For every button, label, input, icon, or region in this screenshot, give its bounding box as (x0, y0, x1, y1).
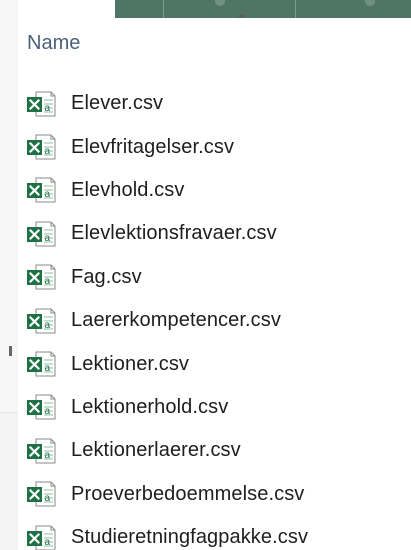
header-decoration (215, 0, 225, 6)
header-divider (295, 0, 296, 18)
file-list-pane: Name a Elever.csv a Elevfritagelser.csv … (18, 18, 411, 550)
file-row[interactable]: a Elevhold.csv (18, 169, 411, 212)
file-row[interactable]: a Laererkompetencer.csv (18, 299, 411, 342)
file-list: a Elever.csv a Elevfritagelser.csv a Ele… (18, 82, 411, 550)
file-name: Studieretningfagpakke.csv (71, 526, 309, 549)
file-name: Fag.csv (71, 265, 142, 288)
excel-csv-file-icon: a (27, 177, 56, 203)
file-name: Lektionerlaerer.csv (71, 439, 241, 462)
file-name: Elever.csv (71, 92, 164, 115)
excel-csv-file-icon: a (27, 525, 56, 550)
file-row[interactable]: a Lektioner.csv (18, 342, 411, 385)
svg-text:a: a (45, 320, 51, 331)
file-name: Lektioner.csv (71, 352, 190, 375)
excel-csv-file-icon: a (27, 134, 56, 160)
file-row[interactable]: a Elever.csv (18, 82, 411, 125)
excel-csv-file-icon: a (27, 91, 56, 117)
svg-text:a: a (45, 450, 51, 461)
excel-csv-file-icon: a (27, 394, 56, 420)
svg-text:a: a (45, 146, 51, 157)
navigation-pane-edge (0, 0, 18, 550)
file-row[interactable]: a Lektionerlaerer.csv (18, 429, 411, 472)
svg-text:a: a (45, 363, 51, 374)
svg-text:a: a (45, 103, 51, 114)
file-name: Elevfritagelser.csv (71, 135, 235, 158)
svg-text:a: a (45, 276, 51, 287)
name-column-label: Name (27, 32, 81, 54)
excel-csv-file-icon: a (27, 438, 56, 464)
excel-csv-file-icon: a (27, 221, 56, 247)
svg-text:a: a (45, 189, 51, 200)
excel-csv-file-icon: a (27, 308, 56, 334)
header-background (115, 0, 411, 18)
file-row[interactable]: a Lektionerhold.csv (18, 386, 411, 429)
file-row[interactable]: a Studieretningfagpakke.csv (18, 516, 411, 550)
file-explorer-window: Name a Elever.csv a Elevfritagelser.csv … (0, 0, 411, 550)
svg-text:a: a (45, 233, 51, 244)
file-name: Lektionerhold.csv (71, 395, 229, 418)
file-name: Proeverbedoemmelse.csv (71, 482, 305, 505)
file-name: Laererkompetencer.csv (71, 309, 281, 332)
svg-text:a: a (45, 493, 51, 504)
file-row[interactable]: a Elevlektionsfravaer.csv (18, 212, 411, 255)
file-row[interactable]: a Elevfritagelser.csv (18, 125, 411, 168)
header-divider (163, 0, 164, 18)
svg-text:a: a (45, 406, 51, 417)
file-name: Elevhold.csv (71, 178, 185, 201)
name-column-header[interactable]: Name (18, 18, 411, 68)
file-row[interactable]: a Fag.csv (18, 256, 411, 299)
svg-text:a: a (45, 537, 51, 548)
file-name: Elevlektionsfravaer.csv (71, 222, 277, 245)
excel-csv-file-icon: a (27, 264, 56, 290)
excel-csv-file-icon: a (27, 351, 56, 377)
file-row[interactable]: a Proeverbedoemmelse.csv (18, 473, 411, 516)
navigation-pane-text-fragment (9, 346, 12, 356)
excel-csv-file-icon: a (27, 481, 56, 507)
header-decoration (365, 0, 375, 6)
